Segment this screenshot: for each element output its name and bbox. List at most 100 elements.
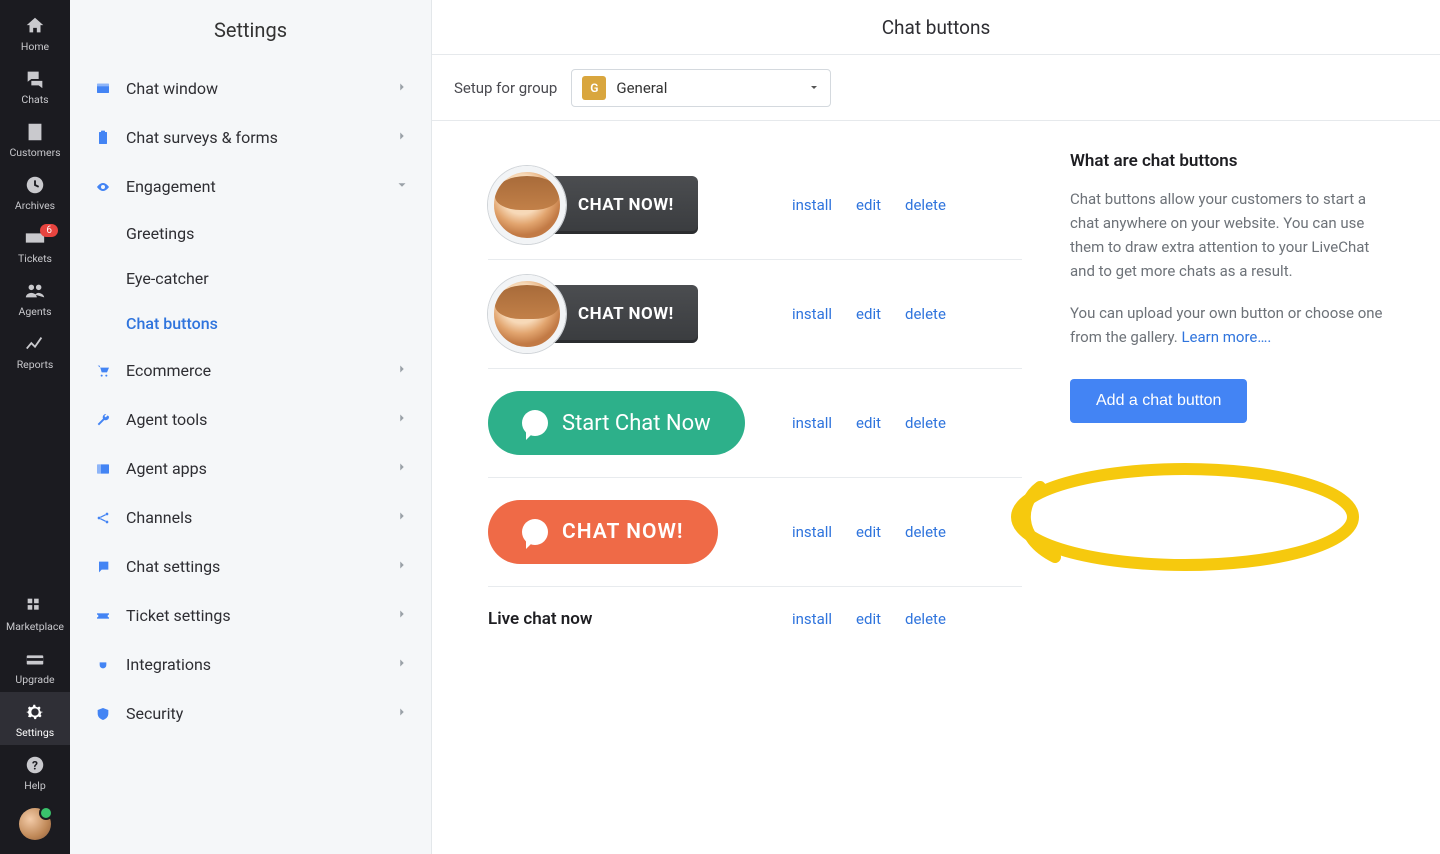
subnav-label: Agent tools bbox=[126, 410, 207, 429]
rail-archives[interactable]: Archives bbox=[0, 165, 70, 218]
chevron-right-icon bbox=[395, 128, 409, 147]
delete-link[interactable]: delete bbox=[905, 610, 946, 628]
delete-link[interactable]: delete bbox=[905, 414, 946, 432]
rail-label: Reports bbox=[17, 358, 54, 371]
edit-link[interactable]: edit bbox=[856, 610, 881, 628]
subnav-label: Agent apps bbox=[126, 459, 207, 478]
subnav-eye-catcher[interactable]: Eye-catcher bbox=[126, 256, 431, 301]
window-icon bbox=[92, 81, 114, 97]
rail-label: Settings bbox=[16, 726, 54, 739]
chevron-right-icon bbox=[395, 655, 409, 674]
subnav-label: Security bbox=[126, 704, 183, 723]
info-title: What are chat buttons bbox=[1070, 151, 1388, 171]
subnav-ecommerce[interactable]: Ecommerce bbox=[70, 346, 431, 395]
subnav-ticket-settings[interactable]: Ticket settings bbox=[70, 591, 431, 640]
chat-button-label: Start Chat Now bbox=[562, 411, 711, 436]
chat-button-row: CHAT NOW! install edit delete bbox=[488, 151, 1022, 260]
chat-button-label: Live chat now bbox=[488, 609, 592, 629]
edit-link[interactable]: edit bbox=[856, 305, 881, 323]
rail-reports[interactable]: Reports bbox=[0, 324, 70, 377]
rail-label: Chats bbox=[21, 93, 48, 106]
subnav-chat-buttons[interactable]: Chat buttons bbox=[126, 301, 431, 346]
chat-button-preview: CHAT NOW! bbox=[488, 173, 768, 237]
add-chat-button[interactable]: Add a chat button bbox=[1070, 379, 1247, 423]
rail-agents[interactable]: Agents bbox=[0, 271, 70, 324]
edit-link[interactable]: edit bbox=[856, 196, 881, 214]
subnav-greetings[interactable]: Greetings bbox=[126, 211, 431, 256]
subnav-surveys[interactable]: Chat surveys & forms bbox=[70, 113, 431, 162]
delete-link[interactable]: delete bbox=[905, 305, 946, 323]
chevron-right-icon bbox=[395, 606, 409, 625]
chevron-right-icon bbox=[395, 704, 409, 723]
rail-label: Marketplace bbox=[6, 620, 64, 633]
rail-label: Home bbox=[21, 40, 49, 53]
subnav-engagement[interactable]: Engagement bbox=[70, 162, 431, 211]
chat-button-label: CHAT NOW! bbox=[562, 520, 684, 544]
setup-label: Setup for group bbox=[454, 79, 557, 97]
install-link[interactable]: install bbox=[792, 523, 832, 541]
cart-icon bbox=[92, 363, 114, 379]
subnav-integrations[interactable]: Integrations bbox=[70, 640, 431, 689]
rail-label: Upgrade bbox=[15, 673, 54, 686]
toolbar: Setup for group G General bbox=[432, 55, 1440, 121]
speech-bubble-icon bbox=[522, 410, 548, 436]
user-avatar[interactable] bbox=[19, 808, 51, 840]
chat-button-preview: Live chat now bbox=[488, 609, 768, 629]
rail-settings[interactable]: Settings bbox=[0, 692, 70, 745]
delete-link[interactable]: delete bbox=[905, 196, 946, 214]
subnav-label: Ticket settings bbox=[126, 606, 231, 625]
rail-label: Customers bbox=[9, 146, 60, 159]
rail-upgrade[interactable]: Upgrade bbox=[0, 639, 70, 692]
agent-face-icon bbox=[488, 275, 566, 353]
chat-button-preview: Start Chat Now bbox=[488, 391, 768, 455]
eye-icon bbox=[92, 179, 114, 195]
subnav-label: Chat surveys & forms bbox=[126, 128, 278, 147]
edit-link[interactable]: edit bbox=[856, 414, 881, 432]
plug-icon bbox=[92, 657, 114, 673]
subnav-label: Greetings bbox=[126, 224, 194, 243]
rail-chats[interactable]: Chats bbox=[0, 59, 70, 112]
info-text-1: Chat buttons allow your customers to sta… bbox=[1070, 187, 1388, 283]
chevron-right-icon bbox=[395, 410, 409, 429]
subnav-agent-tools[interactable]: Agent tools bbox=[70, 395, 431, 444]
panel-icon bbox=[92, 461, 114, 477]
learn-more-link[interactable]: Learn more…. bbox=[1181, 328, 1271, 346]
chevron-right-icon bbox=[395, 79, 409, 98]
install-link[interactable]: install bbox=[792, 196, 832, 214]
rail-label: Agents bbox=[19, 305, 52, 318]
rail-label: Help bbox=[24, 779, 46, 792]
group-name: General bbox=[616, 79, 667, 97]
rail-help[interactable]: ? Help bbox=[0, 745, 70, 798]
ticket-icon bbox=[92, 608, 114, 624]
subnav-label: Integrations bbox=[126, 655, 211, 674]
install-link[interactable]: install bbox=[792, 305, 832, 323]
subnav-label: Channels bbox=[126, 508, 192, 527]
subnav-channels[interactable]: Channels bbox=[70, 493, 431, 542]
chat-button-preview: CHAT NOW! bbox=[488, 500, 768, 564]
subnav-label: Chat buttons bbox=[126, 314, 218, 333]
chevron-down-icon bbox=[395, 177, 409, 196]
nav-rail: Home Chats Customers Archives 6 Tickets … bbox=[0, 0, 70, 854]
edit-link[interactable]: edit bbox=[856, 523, 881, 541]
group-select[interactable]: G General bbox=[571, 69, 831, 107]
subnav-chat-window[interactable]: Chat window bbox=[70, 64, 431, 113]
tickets-badge: 6 bbox=[40, 224, 58, 237]
chat-button-row: Start Chat Now install edit delete bbox=[488, 369, 1022, 478]
shield-icon bbox=[92, 706, 114, 722]
chevron-right-icon bbox=[395, 361, 409, 380]
install-link[interactable]: install bbox=[792, 610, 832, 628]
rail-marketplace[interactable]: Marketplace bbox=[0, 586, 70, 639]
install-link[interactable]: install bbox=[792, 414, 832, 432]
chat-button-preview: CHAT NOW! bbox=[488, 282, 768, 346]
rail-home[interactable]: Home bbox=[0, 6, 70, 59]
info-panel: What are chat buttons Chat buttons allow… bbox=[1070, 121, 1440, 854]
delete-link[interactable]: delete bbox=[905, 523, 946, 541]
clipboard-icon bbox=[92, 130, 114, 146]
rail-tickets[interactable]: 6 Tickets bbox=[0, 218, 70, 271]
subnav-security[interactable]: Security bbox=[70, 689, 431, 738]
rail-customers[interactable]: Customers bbox=[0, 112, 70, 165]
speech-bubble-icon bbox=[522, 519, 548, 545]
subnav-chat-settings[interactable]: Chat settings bbox=[70, 542, 431, 591]
info-text-2: You can upload your own button or choose… bbox=[1070, 301, 1388, 349]
subnav-agent-apps[interactable]: Agent apps bbox=[70, 444, 431, 493]
